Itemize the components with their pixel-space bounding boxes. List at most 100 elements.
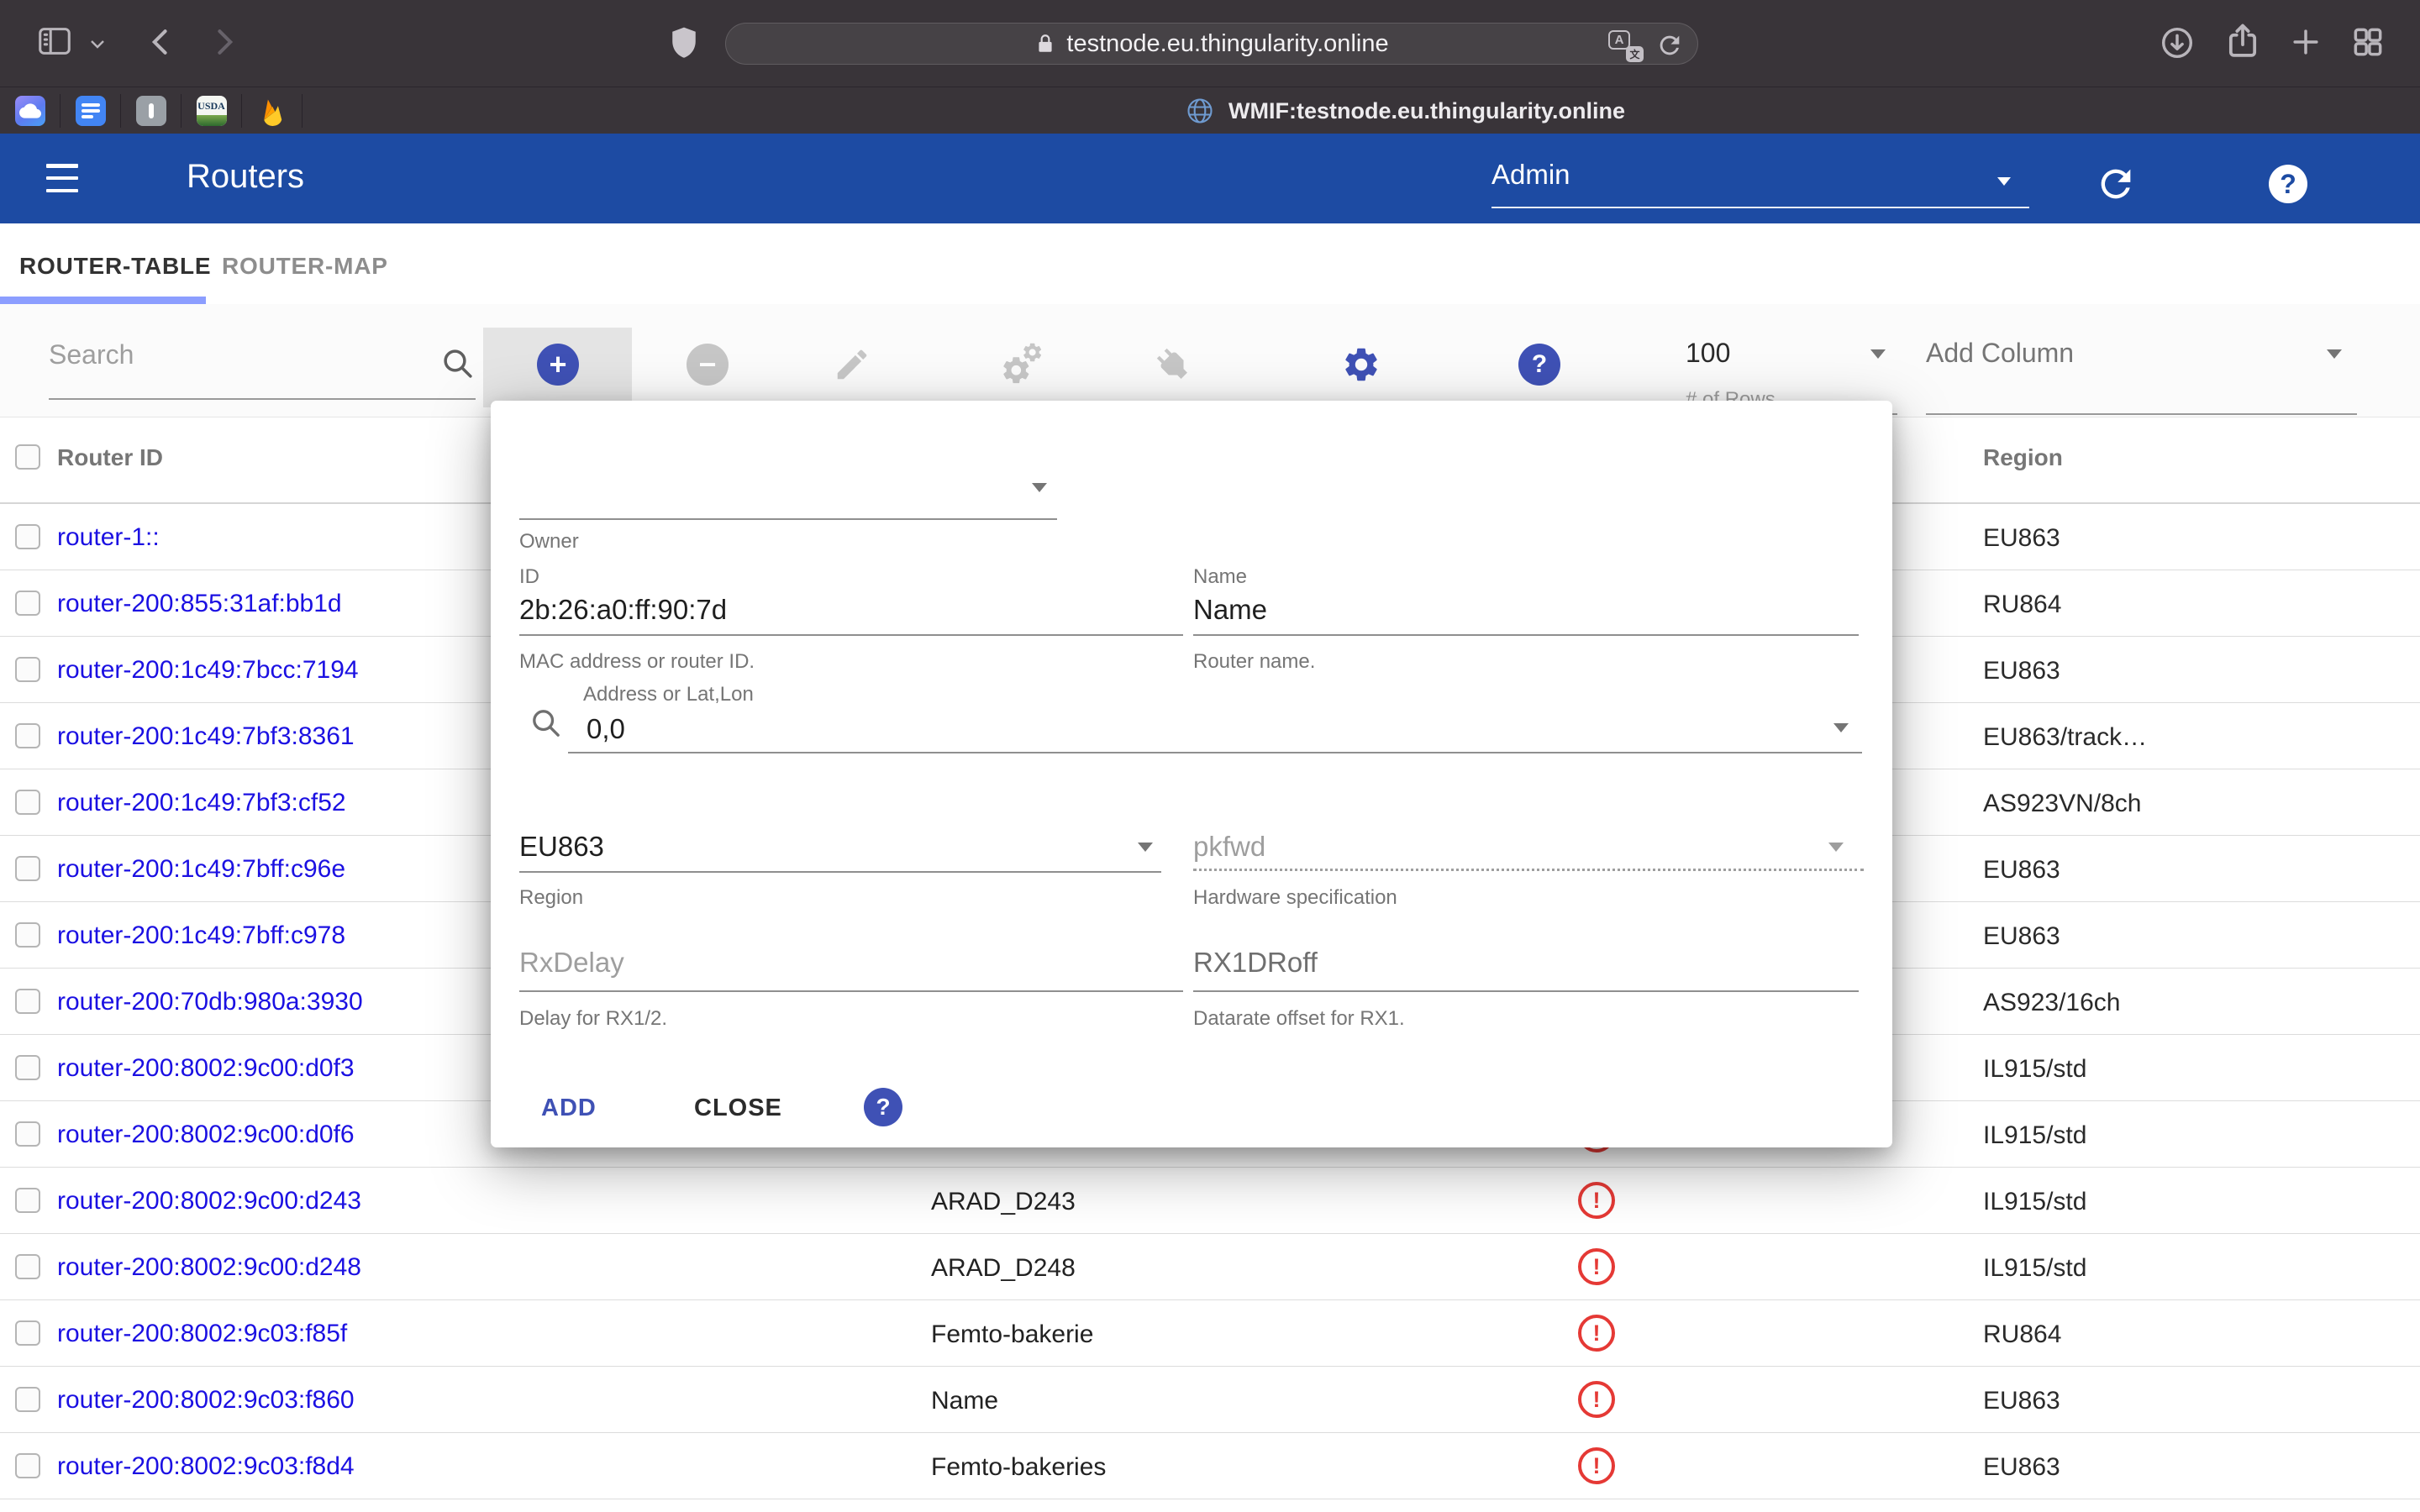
tab-title-text: WMIF:testnode.eu.thingularity.online — [1228, 98, 1625, 124]
router-id-link[interactable]: router-200:8002:9c00:d0f6 — [57, 1121, 355, 1149]
row-checkbox[interactable] — [15, 657, 40, 682]
router-id-link[interactable]: router-200:1c49:7bf3:cf52 — [57, 789, 346, 817]
router-id-link[interactable]: router-200:1c49:7bff:c96e — [57, 855, 345, 884]
row-checkbox[interactable] — [15, 1320, 40, 1346]
rxdelay-input[interactable]: RxDelay — [519, 947, 624, 979]
menu-icon[interactable] — [46, 164, 78, 192]
page-title: Routers — [187, 158, 304, 196]
hardware-dropdown-arrow-icon[interactable] — [1828, 843, 1844, 852]
router-id-link[interactable]: router-200:8002:9c03:f860 — [57, 1386, 355, 1415]
dialog-help-button[interactable]: ? — [864, 1088, 902, 1126]
rows-per-page-select[interactable]: 100 — [1686, 338, 1897, 369]
table-row: router-200:8002:9c03:f8d4 Femto-bakeries… — [0, 1433, 2420, 1499]
toolbar-help-button[interactable]: ? — [1516, 341, 1563, 388]
row-checkbox[interactable] — [15, 989, 40, 1014]
router-id-link[interactable]: router-200:855:31af:bb1d — [57, 590, 342, 618]
dropdown-arrow-icon — [1997, 177, 2011, 186]
rows-per-page-value: 100 — [1686, 338, 1730, 368]
row-checkbox[interactable] — [15, 591, 40, 616]
error-icon[interactable]: ! — [1578, 1182, 1615, 1219]
row-checkbox[interactable] — [15, 1254, 40, 1279]
remove-icon: − — [687, 344, 729, 386]
translate-icon[interactable]: A 文 — [1608, 29, 1644, 62]
router-id-link[interactable]: router-200:70db:980a:3930 — [57, 988, 363, 1016]
row-checkbox[interactable] — [15, 790, 40, 815]
account-select[interactable]: Admin — [1491, 159, 2029, 209]
tab-overview-icon[interactable] — [2349, 24, 2386, 60]
row-checkbox[interactable] — [15, 922, 40, 948]
row-checkbox[interactable] — [15, 524, 40, 549]
row-checkbox[interactable] — [15, 1387, 40, 1412]
router-id-link[interactable]: router-200:8002:9c00:d243 — [57, 1187, 361, 1215]
edit-router-button[interactable] — [829, 341, 876, 388]
name-input[interactable]: Name — [1193, 594, 1267, 626]
row-checkbox[interactable] — [15, 723, 40, 748]
owner-dropdown-arrow-icon[interactable] — [1032, 483, 1047, 492]
new-tab-icon[interactable] — [2287, 24, 2324, 60]
back-icon[interactable] — [143, 24, 180, 60]
router-id-link[interactable]: router-200:8002:9c00:d0f3 — [57, 1054, 355, 1083]
connect-button[interactable] — [1150, 341, 1197, 388]
downloads-icon[interactable] — [2158, 24, 2196, 62]
error-icon[interactable]: ! — [1578, 1315, 1615, 1352]
refresh-button[interactable] — [2094, 162, 2138, 206]
error-icon[interactable]: ! — [1578, 1447, 1615, 1484]
help-icon: ? — [1518, 344, 1560, 386]
rx1droff-input[interactable]: RX1DRoff — [1193, 947, 1318, 979]
favorite-icloud[interactable] — [0, 87, 60, 134]
favorite-firebase[interactable] — [242, 87, 302, 134]
table-row: router-200:8002:9c03:f85f Femto-bakerie … — [0, 1300, 2420, 1367]
tab-router-map[interactable]: ROUTER-MAP — [222, 253, 388, 280]
region-dropdown-arrow-icon[interactable] — [1138, 843, 1153, 852]
chevron-down-icon[interactable] — [87, 34, 108, 54]
select-all-checkbox[interactable] — [15, 444, 40, 470]
add-router-button[interactable]: + — [534, 341, 581, 388]
router-id-link[interactable]: router-200:1c49:7bcc:7194 — [57, 656, 359, 685]
router-id-link[interactable]: router-1:: — [57, 523, 160, 552]
favorite-docs[interactable] — [60, 87, 120, 134]
router-id-link[interactable]: router-200:8002:9c00:d248 — [57, 1253, 361, 1282]
row-checkbox[interactable] — [15, 1121, 40, 1147]
address-dropdown-arrow-icon[interactable] — [1833, 723, 1849, 732]
app-header: Routers Admin ? — [0, 134, 2420, 223]
address-bar[interactable]: testnode.eu.thingularity.online A 文 — [725, 23, 1698, 65]
active-tab[interactable]: WMIF:testnode.eu.thingularity.online — [1185, 87, 1625, 134]
active-tab-underline — [0, 297, 206, 304]
header-help-button[interactable]: ? — [2269, 165, 2307, 203]
search-input[interactable] — [49, 339, 418, 370]
router-id-link[interactable]: router-200:8002:9c03:f8d4 — [57, 1452, 355, 1481]
favorite-info[interactable] — [121, 87, 181, 134]
forward-icon[interactable] — [205, 24, 242, 60]
row-checkbox[interactable] — [15, 856, 40, 881]
table-row: router-200:8002:9c03:f860 Name ! EU863 — [0, 1367, 2420, 1433]
router-id-link[interactable]: router-200:1c49:7bff:c978 — [57, 921, 345, 950]
tab-router-table[interactable]: ROUTER-TABLE — [19, 253, 211, 280]
sidebar-toggle-icon[interactable] — [35, 22, 74, 60]
reload-icon[interactable] — [1655, 31, 1684, 60]
settings-button[interactable] — [1338, 341, 1385, 388]
hardware-select[interactable]: pkfwd — [1193, 831, 1265, 863]
row-checkbox[interactable] — [15, 1055, 40, 1080]
router-id-link[interactable]: router-200:1c49:7bf3:8361 — [57, 722, 355, 751]
owner-select[interactable] — [519, 518, 1057, 520]
table-row: router-200:8002:9c00:d248 ARAD_D248 ! IL… — [0, 1234, 2420, 1300]
router-id-link[interactable]: router-200:8002:9c03:f85f — [57, 1320, 347, 1348]
add-button[interactable]: ADD — [524, 1083, 613, 1134]
favorite-usda[interactable]: USDA — [182, 87, 241, 134]
router-name-cell: ARAD_D243 — [931, 1188, 1076, 1216]
region-select[interactable]: EU863 — [519, 831, 604, 863]
configure-button[interactable] — [1000, 341, 1047, 388]
shield-icon[interactable] — [666, 23, 702, 63]
share-icon[interactable] — [2222, 20, 2264, 62]
error-icon[interactable]: ! — [1578, 1381, 1615, 1418]
router-region-cell: EU863 — [1983, 524, 2060, 553]
address-input[interactable]: 0,0 — [587, 713, 625, 745]
row-checkbox[interactable] — [15, 1453, 40, 1478]
router-region-cell: EU863 — [1983, 922, 2060, 951]
row-checkbox[interactable] — [15, 1188, 40, 1213]
close-button[interactable]: CLOSE — [677, 1083, 799, 1134]
add-column-select[interactable]: Add Column — [1926, 338, 2357, 369]
remove-router-button[interactable]: − — [684, 341, 731, 388]
error-icon[interactable]: ! — [1578, 1248, 1615, 1285]
id-input[interactable]: 2b:26:a0:ff:90:7d — [519, 594, 727, 626]
